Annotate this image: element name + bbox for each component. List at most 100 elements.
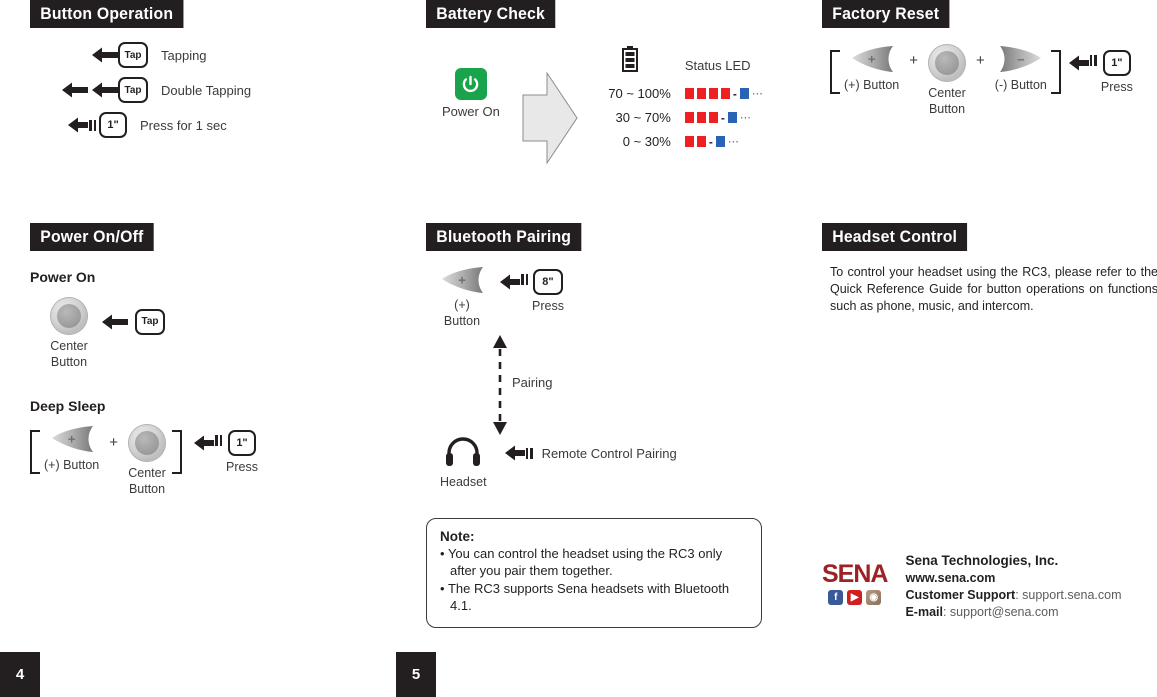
battery-check-diagram: Power On Status LED 70 ~ 100% - ⋯ 30 ~ 7…	[426, 46, 764, 173]
section-title-button-operation: Button Operation	[30, 0, 184, 28]
subheading-power-on: Power On	[30, 269, 96, 285]
power-on-icon[interactable]	[454, 68, 487, 100]
center-button-caption-line2: Button	[928, 101, 966, 116]
facebook-icon[interactable]: f	[828, 590, 844, 605]
plus-separator: +	[109, 434, 119, 452]
plus-button-icon[interactable]: +	[850, 44, 894, 74]
center-button-icon[interactable]	[128, 424, 167, 463]
website-url[interactable]: www.sena.com	[905, 570, 1121, 587]
note-item: The RC3 supports Sena headsets with Blue…	[440, 581, 748, 615]
button-op-label-tapping: Tapping	[161, 47, 207, 63]
arrow-left-icon	[62, 82, 88, 98]
battery-icon	[621, 46, 638, 77]
headset-icon	[445, 437, 481, 472]
note-item: You can control the headset using the RC…	[440, 546, 748, 580]
plus-sign-glyph: +	[867, 51, 876, 67]
headset-caption: Headset	[440, 475, 487, 490]
instagram-icon[interactable]: ◉	[866, 590, 882, 605]
footer-contact: SENA f ▶ ◉ Sena Technologies, Inc. www.s…	[822, 552, 1122, 621]
keycap-1sec[interactable]: 1"	[227, 430, 256, 457]
note-box: Note: You can control the headset using …	[426, 518, 762, 628]
center-button-caption-line1: Center	[128, 466, 166, 481]
section-power-on-off: Power On/Off Power On Center Button Tap …	[30, 223, 258, 498]
status-led-label: Status LED	[684, 58, 751, 73]
plus-button-caption: (+) Button	[844, 78, 900, 92]
company-name: Sena Technologies, Inc.	[905, 553, 1059, 568]
plus-separator: +	[976, 52, 985, 69]
pairing-top-row: + (+) Button 8" Press	[440, 265, 677, 329]
section-title-battery-check: Battery Check	[426, 0, 556, 28]
press-duration-bars-icon	[89, 119, 96, 131]
keycap-1sec[interactable]: 1"	[1102, 50, 1131, 76]
power-on-diagram: Center Button Tap	[50, 297, 258, 370]
flow-arrow-right-icon	[517, 68, 579, 173]
press-caption: Press	[1100, 80, 1133, 94]
customer-support-line: Customer Support: support.sena.com	[905, 587, 1121, 604]
bracket-left	[830, 50, 840, 94]
press-duration-bars-icon	[525, 447, 533, 459]
center-button-caption-line2: Button	[128, 481, 166, 496]
press-duration-bars-icon	[1089, 55, 1097, 66]
section-battery-check: Battery Check Power On Status LED 70 ~ 1…	[426, 0, 764, 173]
button-op-row-press-1sec: 1" Press for 1 sec	[68, 112, 251, 138]
status-led-indicator: - ⋯	[684, 134, 740, 149]
section-bluetooth-pairing: Bluetooth Pairing + (+) Button 8" Press …	[426, 223, 677, 491]
battery-row: 30 ~ 70% - ⋯	[589, 110, 764, 125]
plus-button-caption-line1: (+)	[454, 298, 470, 312]
battery-row: 70 ~ 100% - ⋯	[589, 86, 764, 101]
keycap-tap[interactable]: Tap	[135, 308, 165, 335]
factory-reset-diagram: + (+) Button + Center Button + – (-) But…	[830, 44, 1133, 117]
sena-logo: SENA	[822, 560, 888, 588]
youtube-icon[interactable]: ▶	[847, 590, 863, 605]
center-button-caption-line2: Button	[50, 354, 88, 369]
center-button-icon[interactable]	[50, 297, 88, 335]
power-on-label: Power On	[442, 104, 500, 119]
press-duration-bars-icon	[215, 435, 223, 447]
button-op-label-press-1sec: Press for 1 sec	[140, 117, 227, 133]
headset-control-paragraph: To control your headset using the RC3, p…	[830, 265, 1157, 313]
email-value[interactable]: : support@sena.com	[943, 605, 1059, 619]
section-headset-control: Headset Control To control your headset …	[822, 223, 1157, 315]
plus-button-icon[interactable]: +	[50, 424, 94, 454]
arrow-left-icon	[92, 82, 118, 98]
section-factory-reset: Factory Reset + (+) Button + Center Butt…	[822, 0, 1133, 117]
minus-button-caption: (-) Button	[994, 78, 1047, 92]
battery-range-label: 0 ~ 30%	[622, 134, 671, 149]
arrow-left-icon	[102, 314, 128, 330]
button-op-row-tapping: Tap Tapping	[92, 42, 251, 68]
note-heading: Note:	[440, 529, 475, 544]
press-duration-bars-icon	[521, 274, 528, 285]
arrow-left-icon	[504, 445, 525, 461]
manual-page-spread: Button Operation Tap Tapping Tap Double …	[0, 0, 1157, 697]
button-op-row-double-tapping: Tap Double Tapping	[62, 77, 251, 103]
keycap-8sec[interactable]: 8"	[532, 269, 563, 295]
deep-sleep-diagram: + (+) Button + Center Button 1" Press	[30, 424, 258, 497]
page-number-left: 4	[0, 652, 40, 697]
arrow-left-icon	[68, 117, 88, 133]
email-line: E-mail: support@sena.com	[905, 604, 1121, 621]
remote-control-pairing-label: Remote Control Pairing	[541, 445, 677, 461]
led-separator: -	[708, 134, 713, 149]
status-led-indicator: - ⋯	[684, 110, 752, 125]
center-button-caption-line1: Center	[928, 86, 966, 100]
plus-sign-glyph: +	[458, 272, 466, 288]
arrow-left-icon	[1068, 55, 1089, 71]
battery-row: 0 ~ 30% - ⋯	[589, 134, 764, 149]
pairing-bottom-row: Headset Remote Control Pairing	[440, 437, 677, 491]
section-title-power-on-off: Power On/Off	[30, 223, 154, 251]
led-separator: -	[720, 110, 725, 125]
minus-button-icon[interactable]: –	[999, 44, 1043, 74]
plus-sign-glyph: +	[67, 431, 76, 447]
keycap-1sec[interactable]: 1"	[99, 112, 127, 138]
battery-range-label: 30 ~ 70%	[615, 110, 671, 125]
led-separator: -	[732, 86, 737, 101]
pairing-label: Pairing	[512, 375, 553, 391]
keycap-tap[interactable]: Tap	[118, 42, 148, 68]
pairing-link-arrow: Pairing	[482, 335, 677, 436]
center-button-icon[interactable]	[928, 44, 967, 82]
battery-range-label: 70 ~ 100%	[608, 86, 671, 101]
plus-button-icon[interactable]: +	[440, 265, 484, 295]
keycap-tap[interactable]: Tap	[118, 77, 148, 103]
customer-support-value[interactable]: : support.sena.com	[1015, 588, 1121, 602]
email-label: E-mail	[905, 604, 943, 619]
